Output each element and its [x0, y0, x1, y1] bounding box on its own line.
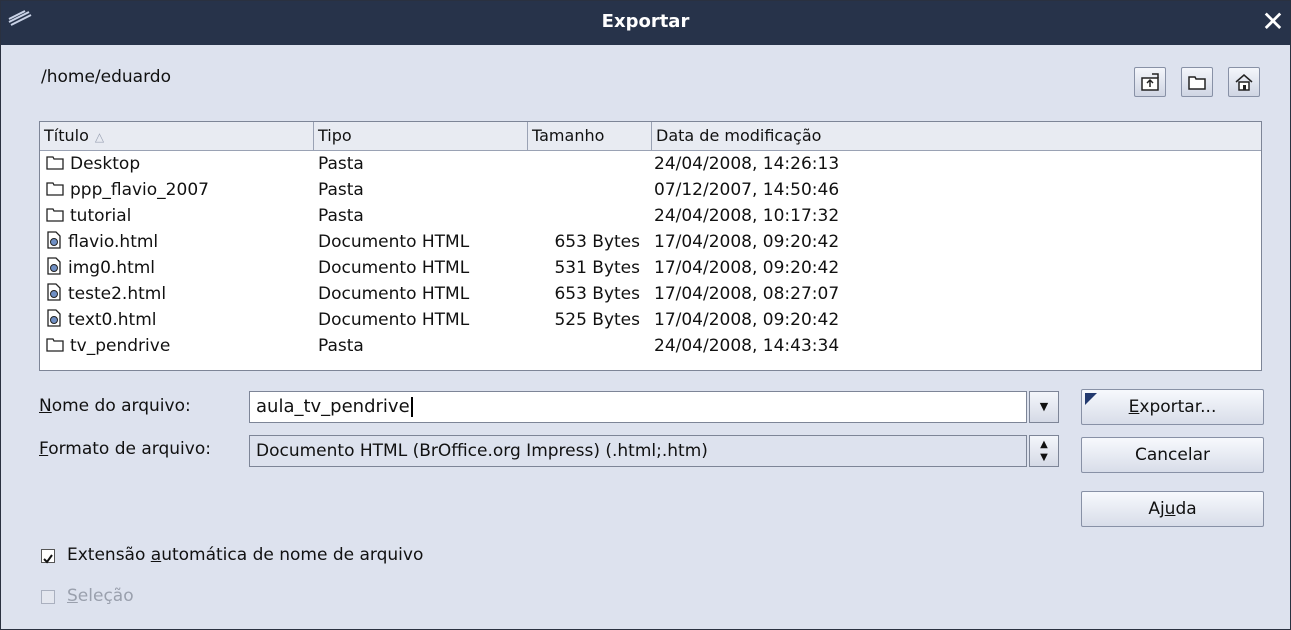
format-label: Formato de arquivo:: [39, 439, 211, 459]
file-type: Documento HTML: [318, 232, 470, 252]
up-one-level-button[interactable]: [1134, 67, 1166, 97]
checkmark-icon: [43, 554, 53, 564]
file-format-select[interactable]: Documento HTML (BrOffice.org Impress) (.…: [249, 435, 1027, 467]
html-file-icon: [47, 283, 61, 301]
table-row[interactable]: img0.html Documento HTML 531 Bytes 17/04…: [40, 255, 1261, 281]
sort-ascending-icon: △: [94, 130, 105, 144]
html-file-icon: [47, 309, 61, 327]
file-name: img0.html: [68, 258, 156, 278]
up-folder-icon: [1141, 73, 1159, 91]
current-path: /home/eduardo: [41, 67, 171, 87]
file-name: teste2.html: [68, 284, 167, 304]
file-name: tv_pendrive: [70, 336, 171, 356]
folder-icon: [46, 208, 64, 222]
file-type: Documento HTML: [318, 310, 470, 330]
table-row[interactable]: text0.html Documento HTML 525 Bytes 17/0…: [40, 307, 1261, 333]
export-dialog: Exportar ✕ /home/eduardo Título △ Tipo Ta…: [0, 0, 1291, 630]
file-date: 17/04/2008, 09:20:42: [654, 310, 840, 330]
table-row[interactable]: teste2.html Documento HTML 653 Bytes 17/…: [40, 281, 1261, 307]
html-file-icon: [47, 231, 61, 249]
cancel-button[interactable]: Cancelar: [1081, 437, 1264, 473]
file-name: Desktop: [70, 154, 141, 174]
file-date: 17/04/2008, 09:20:42: [654, 232, 840, 252]
file-format-spinner[interactable]: ▲ ▼: [1029, 435, 1059, 467]
column-header-date[interactable]: Data de modificação: [652, 122, 1261, 150]
new-folder-icon: [1188, 76, 1206, 90]
column-header-type[interactable]: Tipo: [314, 122, 528, 150]
title-bar[interactable]: Exportar ✕: [1, 1, 1290, 45]
spin-up-icon: ▲: [1040, 439, 1048, 450]
help-button[interactable]: Ajuda: [1081, 491, 1264, 527]
export-button[interactable]: Exportar...: [1081, 389, 1264, 425]
folder-icon: [46, 338, 64, 352]
folder-icon: [46, 182, 64, 196]
close-icon[interactable]: ✕: [1260, 8, 1286, 36]
selection-label: Seleção: [67, 586, 134, 606]
file-name: tutorial: [70, 206, 132, 226]
table-row[interactable]: tv_pendrive Pasta 24/04/2008, 14:43:34: [40, 333, 1261, 359]
filename-label: Nome do arquivo:: [39, 396, 191, 416]
auto-extension-checkbox[interactable]: [41, 549, 55, 564]
file-type: Pasta: [318, 180, 364, 200]
file-date: 17/04/2008, 09:20:42: [654, 258, 840, 278]
table-row[interactable]: Desktop Pasta 24/04/2008, 14:26:13: [40, 151, 1261, 177]
html-file-icon: [47, 257, 61, 275]
file-type: Pasta: [318, 336, 364, 356]
file-rows: Desktop Pasta 24/04/2008, 14:26:13 ppp_f…: [40, 151, 1261, 359]
file-name: flavio.html: [68, 232, 159, 252]
file-type: Documento HTML: [318, 284, 470, 304]
file-size: 653 Bytes: [554, 284, 640, 304]
window-title: Exportar: [601, 11, 690, 32]
file-date: 24/04/2008, 10:17:32: [654, 206, 840, 226]
table-row[interactable]: flavio.html Documento HTML 653 Bytes 17/…: [40, 229, 1261, 255]
new-folder-button[interactable]: [1181, 67, 1213, 97]
file-date: 24/04/2008, 14:43:34: [654, 336, 840, 356]
file-date: 17/04/2008, 08:27:07: [654, 284, 840, 304]
spin-down-icon: ▼: [1040, 452, 1048, 463]
file-size: 531 Bytes: [554, 258, 640, 278]
filename-history-dropdown[interactable]: ▼: [1029, 391, 1059, 423]
text-caret: [410, 397, 413, 417]
table-row[interactable]: tutorial Pasta 24/04/2008, 10:17:32: [40, 203, 1261, 229]
column-header-size[interactable]: Tamanho: [528, 122, 652, 150]
home-folder-button[interactable]: [1228, 67, 1260, 97]
filename-input[interactable]: aula_tv_pendrive: [249, 391, 1027, 423]
file-type: Documento HTML: [318, 258, 470, 278]
file-type: Pasta: [318, 154, 364, 174]
file-date: 07/12/2007, 14:50:46: [654, 180, 840, 200]
file-date: 24/04/2008, 14:26:13: [654, 154, 840, 174]
home-icon: [1235, 74, 1253, 91]
file-list[interactable]: Título △ Tipo Tamanho Data de modificação…: [39, 121, 1262, 371]
default-button-mark: [1085, 393, 1097, 405]
file-name: text0.html: [68, 310, 157, 330]
table-row[interactable]: ppp_flavio_2007 Pasta 07/12/2007, 14:50:…: [40, 177, 1261, 203]
file-list-header: Título △ Tipo Tamanho Data de modificação: [40, 122, 1261, 151]
folder-icon: [46, 156, 64, 170]
file-size: 525 Bytes: [554, 310, 640, 330]
dropdown-arrow-icon: ▼: [1039, 400, 1049, 413]
column-header-title[interactable]: Título △: [40, 122, 314, 150]
file-size: 653 Bytes: [554, 232, 640, 252]
auto-extension-label[interactable]: Extensão automática de nome de arquivo: [67, 545, 423, 565]
file-name: ppp_flavio_2007: [70, 180, 209, 200]
selection-checkbox[interactable]: [41, 590, 55, 604]
file-type: Pasta: [318, 206, 364, 226]
